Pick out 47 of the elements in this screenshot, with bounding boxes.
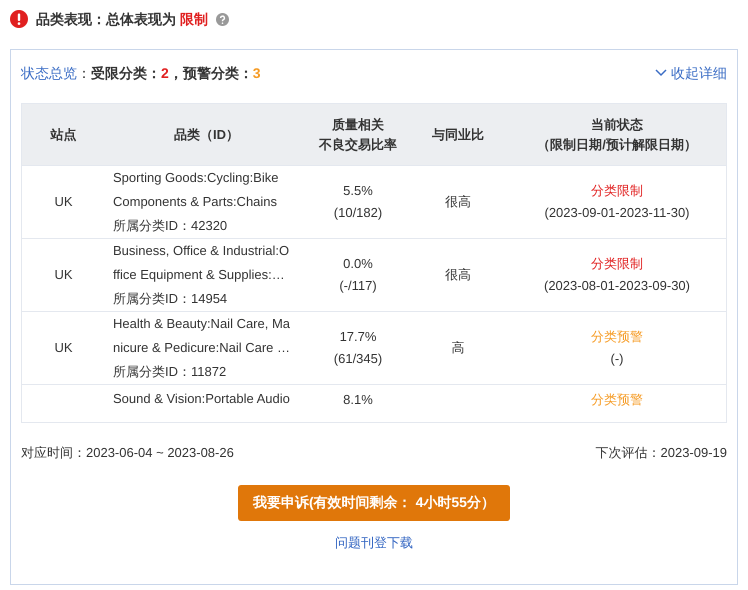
category-name: Health & Beauty:Nail Care, Ma <box>113 315 292 333</box>
category-name: Sound & Vision:Portable Audio <box>113 390 291 408</box>
column-header: 与同业比 <box>432 126 484 144</box>
category-id: 所属分类ID：11872 <box>113 363 228 381</box>
chevron-down-icon <box>655 69 667 77</box>
rate-ratio: (-/117) <box>339 277 377 295</box>
status-dates: (-) <box>610 350 624 368</box>
column-header: （限制日期/预计解限日期） <box>537 136 697 154</box>
rate-value: 0.0% <box>343 255 373 273</box>
status-label: 分类预警 <box>591 391 643 409</box>
status-dates: (2023-08-01-2023-09-30) <box>544 277 690 295</box>
compare-cell-text: 高 <box>452 339 464 358</box>
status-label: 分类限制 <box>591 182 643 200</box>
rate-ratio: (61/345) <box>334 350 382 368</box>
column-header: 站点 <box>50 126 76 144</box>
column-header: 当前状态 <box>591 116 643 134</box>
next-evaluation-text: 下次评估：2023-09-19 <box>596 444 727 462</box>
rate-value: 5.5% <box>343 182 373 200</box>
status-label: 分类预警 <box>591 328 643 346</box>
download-link[interactable]: 问题刊登下载 <box>335 532 413 552</box>
status-dates: (2023-09-01-2023-11-30) <box>544 204 690 222</box>
category-name: ffice Equipment & Supplies:… <box>113 266 286 284</box>
category-id: 所属分类ID：14954 <box>113 290 228 308</box>
rate-value: 8.1% <box>343 391 373 409</box>
column-header: 质量相关 <box>332 116 384 134</box>
category-name: Business, Office & Industrial:O <box>113 242 290 260</box>
site-cell-text: UK <box>54 193 73 212</box>
appeal-button[interactable]: 我要申诉(有效时间剩余： 4小时55分） <box>238 484 510 520</box>
column-header: 不良交易比率 <box>319 136 397 154</box>
category-id: 所属分类ID：42320 <box>113 217 228 235</box>
help-icon[interactable] <box>216 12 229 26</box>
category-name: nicure & Pedicure:Nail Care … <box>113 339 292 357</box>
overview-summary: 状态总览：受限分类：2，预警分类：3 <box>21 64 261 82</box>
status-label: 分类限制 <box>591 255 643 273</box>
rate-value: 17.7% <box>340 328 376 346</box>
compare-cell-text: 很高 <box>445 266 471 284</box>
site-cell-text: UK <box>54 339 73 358</box>
category-name: Components & Parts:Chains <box>113 193 278 211</box>
category-name: Sporting Goods:Cycling:Bike <box>113 169 280 187</box>
column-header: 品类（ID） <box>174 126 239 144</box>
rate-ratio: (10/182) <box>334 204 382 222</box>
compare-cell-text: 很高 <box>445 193 471 212</box>
period-text: 对应时间：2023-06-04 ~ 2023-08-26 <box>21 444 234 462</box>
site-cell-text: UK <box>54 266 73 284</box>
collapse-details-button[interactable]: 收起详细 <box>655 62 727 84</box>
heading-text: 品类表现：总体表现为 限制 <box>36 10 208 28</box>
alert-icon <box>10 10 28 28</box>
